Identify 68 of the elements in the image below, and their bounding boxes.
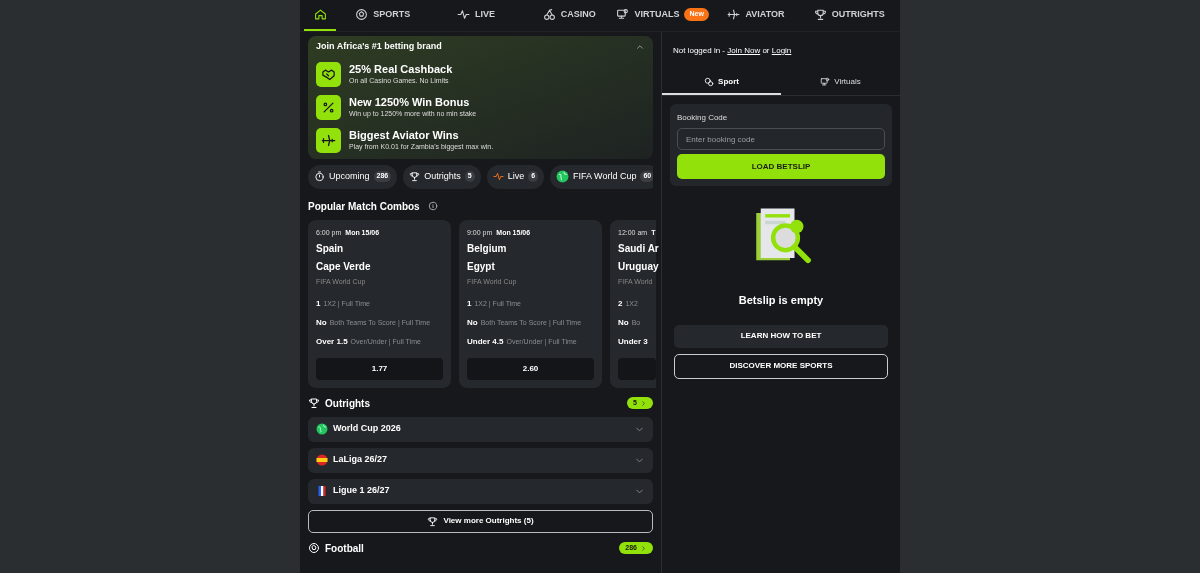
join-now-link[interactable]: Join Now	[727, 46, 761, 55]
selection-pick: No	[467, 316, 478, 329]
trophy-icon	[308, 397, 320, 409]
nav-tab[interactable]: CASINO	[522, 0, 616, 31]
login-notice: Not logged in - Join Now or Login	[672, 45, 793, 57]
selection-pick: No	[618, 316, 629, 329]
outright-row[interactable]: LaLiga 26/27	[308, 447, 653, 473]
odds-button[interactable]: 1.77	[316, 357, 443, 380]
booking-label: Booking Code	[677, 112, 729, 124]
selection-pick: Over 1.5	[316, 335, 348, 348]
outright-name: Ligue 1 26/27	[333, 484, 390, 498]
outright-row[interactable]: Ligue 1 26/27	[308, 478, 653, 504]
promo-heading: Biggest Aviator Wins	[349, 127, 460, 142]
selection-pick: Under 4.5	[467, 335, 504, 348]
booking-code-field[interactable]: Enter booking code	[677, 128, 885, 150]
info-icon	[427, 201, 438, 211]
promo-heading: 25% Real Cashback	[349, 61, 453, 76]
france-flag-icon	[316, 485, 328, 497]
section-title: Popular Match Combos	[308, 199, 420, 214]
load-betslip-button[interactable]: LOAD BETSLIP	[677, 154, 885, 179]
odds-button[interactable]: 2.60	[467, 357, 594, 380]
plane-icon	[321, 132, 336, 148]
chevron-right-icon	[640, 399, 647, 407]
empty-betslip-message: Betslip is empty	[738, 293, 824, 308]
login-link[interactable]: Login	[771, 46, 792, 55]
chevron-right-icon	[640, 544, 647, 552]
balls-icon	[704, 76, 715, 87]
nav-tab[interactable]: OUTRIGHTS	[802, 0, 896, 31]
section-title: Outrights	[325, 396, 370, 411]
globe-icon	[316, 423, 328, 435]
plane-icon	[727, 8, 741, 21]
betslip-tab[interactable]: Sport	[662, 70, 781, 95]
section-title: Football	[325, 541, 364, 556]
football-icon	[308, 542, 320, 554]
nav-tab[interactable]: AVIATOR	[709, 0, 803, 31]
trophy-icon	[813, 8, 827, 21]
selection-pick: No	[316, 316, 327, 329]
spain-flag-icon	[316, 454, 328, 466]
selection-pick: 1	[467, 297, 472, 310]
cherries-icon	[542, 8, 556, 21]
betslip-tab[interactable]: Virtuals	[781, 70, 900, 95]
promo-title: Join Africa's #1 betting brand	[316, 40, 442, 53]
stopwatch-icon	[314, 171, 325, 182]
football-icon	[355, 8, 369, 21]
trophy-icon	[427, 515, 439, 527]
home-icon	[313, 8, 327, 21]
pulse-icon	[457, 8, 470, 21]
team-name: Belgium	[467, 242, 508, 256]
discover-more-sports-button[interactable]: DISCOVER MORE SPORTS	[674, 353, 888, 379]
team-name: Spain	[316, 242, 345, 256]
team-name: Cape Verde	[316, 260, 372, 274]
team-name: Egypt	[467, 260, 496, 274]
nav-tab[interactable]: LIVE	[429, 0, 523, 31]
selection-pick: 2	[618, 297, 623, 310]
nav-tab[interactable]: SPORTS	[336, 0, 430, 31]
trophy-icon	[409, 171, 421, 182]
monitor-icon	[820, 76, 831, 87]
monitor-icon	[616, 8, 630, 21]
learn-how-to-bet-button[interactable]: LEARN HOW TO BET	[674, 324, 888, 348]
outright-name: World Cup 2026	[333, 422, 401, 436]
outright-name: LaLiga 26/27	[333, 453, 388, 467]
selection-pick: Under 3	[618, 335, 648, 348]
selection-pick: 1	[316, 297, 321, 310]
promo-heading: New 1250% Win Bonus	[349, 94, 471, 109]
globe-icon	[556, 170, 570, 183]
view-more-button[interactable]: View more Outrights (5)	[308, 509, 653, 533]
pulse-icon	[492, 171, 504, 182]
outright-row[interactable]: World Cup 2026	[308, 416, 653, 442]
